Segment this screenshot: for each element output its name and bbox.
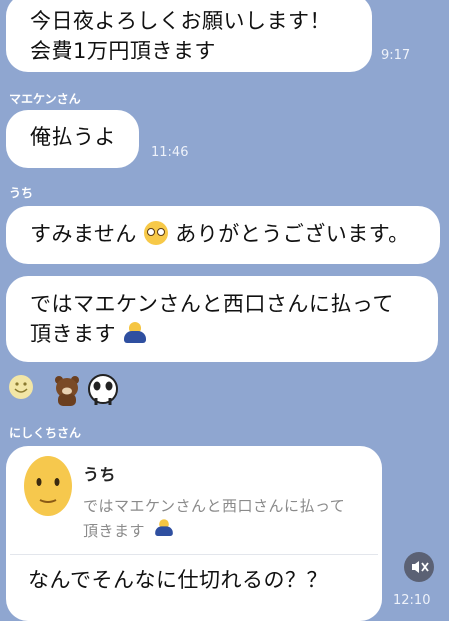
bowing-person-icon xyxy=(123,322,147,344)
quoted-message[interactable]: うち ではマエケンさんと西口さんに払って 頂きます xyxy=(6,446,382,554)
speaker-muted-icon xyxy=(412,561,429,573)
reaction-row xyxy=(0,370,160,410)
bowing-person-icon xyxy=(155,519,174,537)
sender-name: うち xyxy=(9,186,34,200)
sender-name: マエケンさん xyxy=(9,92,81,106)
brown-bear-sticker-icon xyxy=(55,376,79,406)
message-time: 12:10 xyxy=(393,593,431,608)
reply-text: なんでそんなに仕切れるの？？ xyxy=(28,568,328,592)
message-text: ではマエケンさんと西口さんに払って xyxy=(30,292,394,316)
message-text: 俺払うよ xyxy=(30,125,116,149)
message-text: すみません xyxy=(30,222,137,246)
message-text: 会費1万円頂きます xyxy=(30,39,216,63)
quote-sender: うち xyxy=(83,465,117,484)
message-bubble[interactable]: すみません ありがとうございます。 xyxy=(6,206,440,264)
avatar xyxy=(22,454,74,520)
sender-name: にしくちさん xyxy=(9,426,82,440)
pleading-face-icon xyxy=(144,221,169,245)
message-bubble[interactable]: ではマエケンさんと西口さんに払って 頂きます xyxy=(6,276,438,362)
message-bubble[interactable]: うち ではマエケンさんと西口さんに払って 頂きます なんでそんなに仕切れるの？？ xyxy=(6,446,382,621)
message-text: 頂きます xyxy=(30,322,116,346)
message-time: 11:46 xyxy=(151,145,189,160)
person-avatar-icon xyxy=(24,456,72,516)
quote-text: 頂きます xyxy=(83,522,146,540)
panda-sticker-icon xyxy=(88,374,118,405)
message-bubble[interactable]: 俺払うよ xyxy=(6,110,139,168)
message-time: 9:17 xyxy=(381,48,411,63)
smiley-face-icon xyxy=(9,375,33,399)
quote-divider xyxy=(10,554,378,555)
message-bubble[interactable]: 今日夜よろしくお願いします！ 会費1万円頂きます xyxy=(6,0,372,72)
mute-button[interactable] xyxy=(404,552,434,582)
message-text: ありがとうございます。 xyxy=(175,222,410,246)
reactions-svg xyxy=(9,374,118,406)
message-text: 今日夜よろしくお願いします！ xyxy=(30,9,331,33)
